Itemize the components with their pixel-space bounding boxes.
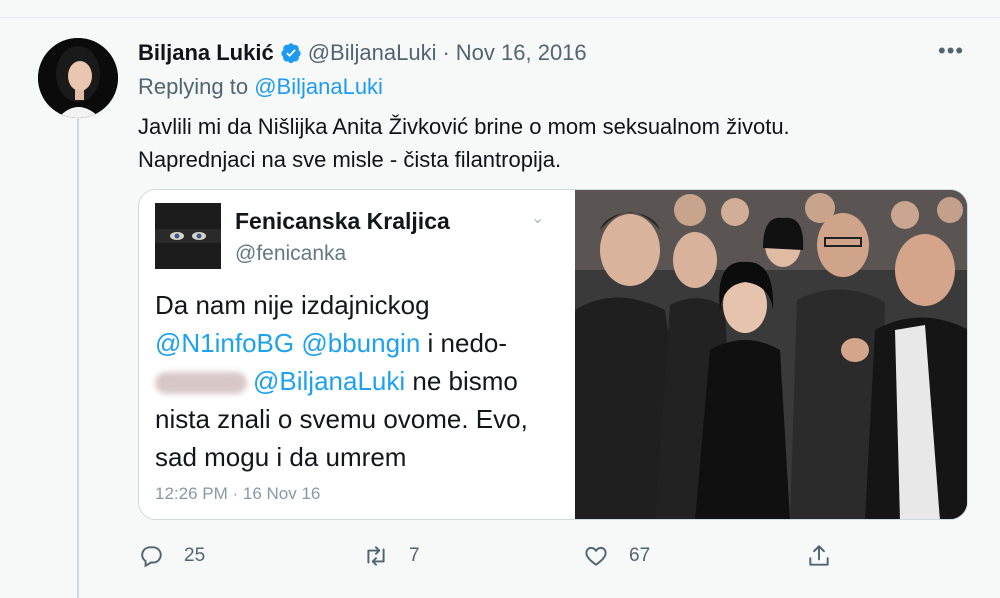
replying-to: Replying to @BiljanaLuki — [138, 74, 383, 100]
redacted-mention — [155, 372, 247, 395]
tweet-text-line: Javlili mi da Nišlijka Anita Živković br… — [138, 114, 790, 139]
retweet-count: 7 — [409, 545, 420, 566]
retweet-button[interactable]: 7 — [363, 538, 420, 574]
embedded-text: i nedo- — [427, 328, 508, 358]
share-icon — [809, 545, 829, 566]
author-name[interactable]: Biljana Lukić — [138, 40, 274, 66]
chevron-down-icon: ⌄ — [531, 210, 545, 227]
niqab-avatar-image — [155, 203, 221, 269]
share-button[interactable] — [806, 538, 832, 574]
more-icon[interactable]: ••• — [938, 38, 964, 64]
embedded-line: nista znali o svemu ovome. Evo, — [155, 404, 528, 434]
tweet-text: Javlili mi da Nišlijka Anita Živković br… — [138, 110, 938, 176]
embedded-tweet-text: Da nam nije izdajnickog @N1infoBG @bbung… — [155, 286, 565, 476]
embedded-avatar — [155, 203, 221, 269]
embedded-author-name: Fenicanska Kraljica — [235, 208, 450, 234]
embedded-line: Da nam nije izdajnickog — [155, 290, 430, 320]
replying-prefix: Replying to — [138, 74, 249, 99]
reply-button[interactable]: 25 — [138, 538, 205, 574]
embedded-timestamp: 12:26 PM · 16 Nov 16 — [155, 484, 321, 503]
top-divider — [0, 0, 1000, 18]
embedded-line: @N1infoBG @bbungin i nedo- — [155, 324, 565, 362]
embedded-author-handle: @fenicanka — [235, 242, 347, 265]
embedded-line: @BiljanaLuki ne bismo — [155, 362, 565, 400]
like-button[interactable]: 67 — [583, 538, 650, 574]
separator-dot: · — [442, 40, 450, 65]
author-handle[interactable]: @BiljanaLuki — [308, 40, 437, 66]
like-count: 67 — [629, 545, 651, 566]
tweet-header: Biljana Lukić @BiljanaLuki · Nov 16, 201… — [138, 38, 587, 68]
retweet-icon — [367, 546, 385, 566]
embedded-line: sad mogu i da umrem — [155, 442, 407, 472]
embedded-tweet-screenshot: Fenicanska Kraljica ⌄ @fenicanka Da nam … — [139, 190, 575, 519]
embedded-mention: @BiljanaLuki — [253, 366, 406, 396]
reply-count: 25 — [184, 545, 206, 566]
tweet-actions: 25 7 67 — [0, 538, 1000, 574]
embedded-mention: @bbungin — [301, 328, 421, 358]
tweet-date[interactable]: Nov 16, 2016 — [456, 40, 587, 66]
tweet-text-line: Naprednjaci na sve misle - čista filantr… — [138, 147, 562, 172]
avatar-image — [38, 38, 118, 118]
reply-icon — [141, 546, 162, 568]
embedded-text: ne bismo — [412, 366, 518, 396]
verified-badge-icon — [281, 43, 301, 64]
thread-line — [77, 118, 79, 598]
tweet-media[interactable]: Fenicanska Kraljica ⌄ @fenicanka Da nam … — [138, 189, 968, 520]
author-avatar[interactable] — [38, 38, 118, 118]
event-photo — [575, 190, 967, 519]
crowd-photo-image — [575, 190, 967, 519]
replying-mention-link[interactable]: @BiljanaLuki — [254, 74, 383, 99]
like-icon — [585, 546, 607, 566]
tweet-page: Biljana Lukić @BiljanaLuki · Nov 16, 201… — [0, 0, 1000, 598]
embedded-mention: @N1infoBG — [155, 328, 295, 358]
